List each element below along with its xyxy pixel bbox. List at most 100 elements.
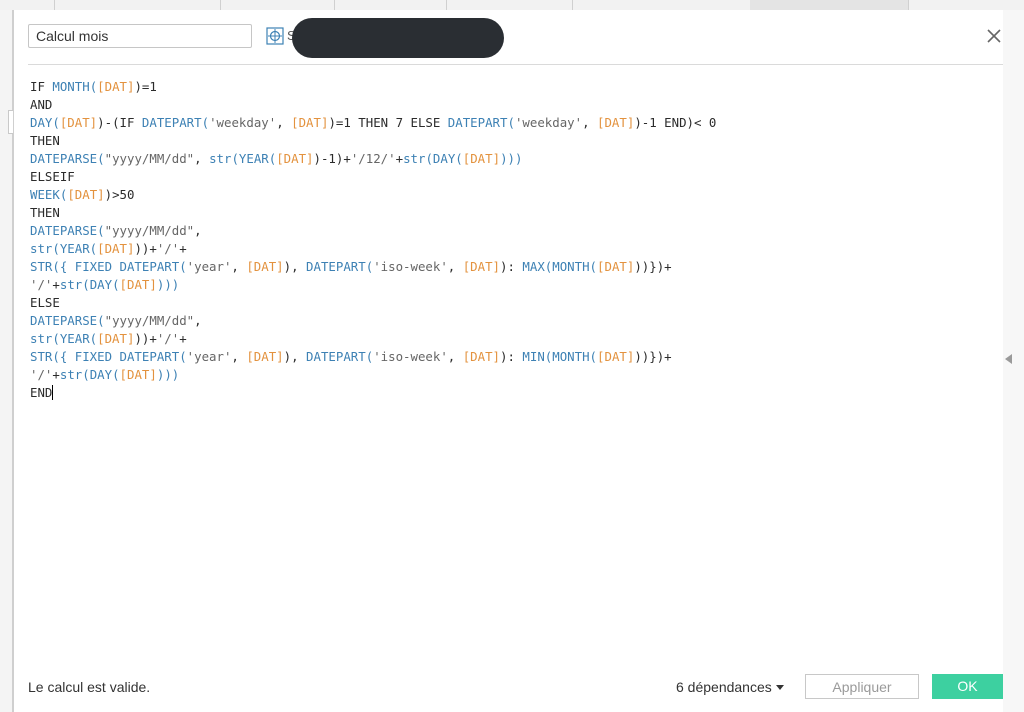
formula-editor[interactable]: IF MONTH([DAT])=1 AND DAY([DAT])-(IF DATEP… [30,78,990,658]
code-token: [DAT] [97,79,135,94]
code-token: , [194,313,202,328]
code-token: ): [500,259,523,274]
code-token: , [447,349,463,364]
code-token: , [231,259,247,274]
code-token: 'year' [186,259,232,274]
code-token: ))) [156,277,180,292]
code-token: '/' [156,241,180,256]
code-token: "yyyy/MM/dd" [104,313,195,328]
app-tab-divider [572,0,573,10]
code-token: [DAT] [97,241,135,256]
code-token: [DAT] [119,277,157,292]
code-token: MAX(MONTH( [522,259,598,274]
code-line: THEN [30,132,990,150]
code-token: ): [500,349,523,364]
code-token: ))) [500,151,523,166]
code-line: '/'+str(DAY([DAT]))) [30,366,990,384]
code-token: str(DAY( [59,367,120,382]
code-token: + [52,367,60,382]
code-token: 'iso-week' [373,259,448,274]
code-token: MIN(MONTH( [522,349,598,364]
app-tab[interactable] [750,0,909,10]
app-tab-divider [54,0,55,10]
code-line: DATEPARSE("yyyy/MM/dd", [30,312,990,330]
collapse-arrow-icon[interactable] [1005,354,1012,364]
code-token: ))+ [134,331,157,346]
code-token: '/12/' [350,151,396,166]
code-token: [DAT] [462,151,501,166]
code-token: DAY( [30,115,60,130]
code-token: )=1 [134,79,157,94]
dependencies-dropdown[interactable]: 6 dépendances [676,678,784,696]
code-line: AND [30,96,990,114]
code-token: , [276,115,292,130]
code-token: str(YEAR( [30,331,98,346]
code-token: '/' [156,331,180,346]
code-token: [DAT] [597,349,635,364]
code-token: + [179,331,187,346]
code-token: "yyyy/MM/dd" [104,151,195,166]
code-token: [DAT] [59,115,98,130]
code-token: [DAT] [276,151,314,166]
code-token: )-1 END)< 0 [634,115,717,130]
code-token: + [179,241,187,256]
code-token: [DAT] [246,259,284,274]
code-line: str(YEAR([DAT]))+'/'+ [30,330,990,348]
datasource-icon[interactable] [266,27,284,45]
code-token: ), [283,349,307,364]
code-token: [DAT] [462,349,501,364]
app-tab-divider [334,0,335,10]
code-token: )-(IF [97,115,142,130]
code-line: DAY([DAT])-(IF DATEPART('weekday', [DAT]… [30,114,990,132]
code-line: WEEK([DAT])>50 [30,186,990,204]
code-token: THEN [30,133,60,148]
code-line: ELSE [30,294,990,312]
code-token: MONTH( [52,79,98,94]
code-token: [DAT] [462,259,501,274]
code-token: DATEPART( [306,349,374,364]
code-token: ))})+ [634,349,672,364]
code-line: DATEPARSE("yyyy/MM/dd", [30,222,990,240]
code-token: '/' [30,367,53,382]
code-token: [DAT] [246,349,284,364]
code-line: DATEPARSE("yyyy/MM/dd", str(YEAR([DAT])-… [30,150,990,168]
code-token: , [582,115,597,130]
apply-button[interactable]: Appliquer [805,674,919,699]
header-divider [28,64,1003,65]
app-tab-divider [220,0,221,10]
code-token: , [231,349,247,364]
code-token: str(DAY( [59,277,120,292]
code-token: ))+ [134,241,157,256]
code-token: [DAT] [67,187,105,202]
code-token: '/' [30,277,53,292]
ok-button[interactable]: OK [932,674,1003,699]
code-token: 'iso-week' [373,349,448,364]
code-token: [DAT] [97,331,135,346]
code-token: , [194,223,202,238]
code-token: AND [30,97,53,112]
code-token: WEEK( [30,187,68,202]
code-token: [DAT] [597,259,635,274]
calculation-name-input[interactable] [28,24,252,48]
text-caret [52,385,54,400]
code-line: ELSEIF [30,168,990,186]
code-token: str(YEAR( [209,151,277,166]
code-token: )=1 THEN 7 ELSE [328,115,448,130]
code-token: DATEPART( [306,259,374,274]
code-token: DATEPART( [141,115,210,130]
chevron-down-icon [775,685,784,690]
code-token: ELSEIF [30,169,75,184]
app-left-panel [0,10,13,712]
code-token: )-1)+ [313,151,351,166]
code-token: STR({ FIXED DATEPART( [30,259,187,274]
code-line: str(YEAR([DAT]))+'/'+ [30,240,990,258]
app-right-panel [1003,10,1024,712]
code-token: THEN [30,205,60,220]
code-line: '/'+str(DAY([DAT]))) [30,276,990,294]
code-line: THEN [30,204,990,222]
code-token: STR({ FIXED DATEPART( [30,349,187,364]
code-token: "yyyy/MM/dd" [104,223,195,238]
dependencies-label: 6 dépendances [676,679,772,695]
code-token: 'year' [186,349,232,364]
close-icon[interactable] [985,27,1003,45]
